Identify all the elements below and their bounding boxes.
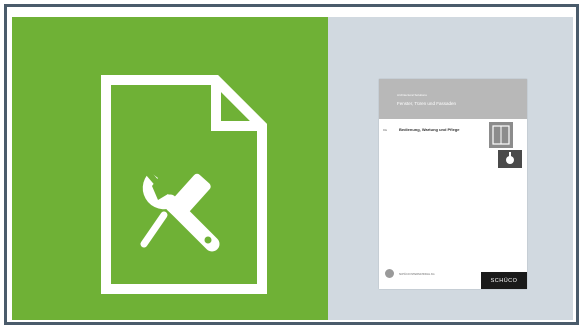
hand-touch-thumbnail-icon <box>498 150 522 168</box>
catalog-cover[interactable]: Architectural Solutions Fenster, Türen u… <box>379 79 527 289</box>
content-area: Architectural Solutions Fenster, Türen u… <box>7 7 576 322</box>
cover-subtitle: Bedienung, Wartung und Pflege <box>399 127 460 132</box>
cover-brand-line: Architectural Solutions <box>397 93 427 97</box>
screen-frame: Architectural Solutions Fenster, Türen u… <box>4 4 579 325</box>
maintenance-tile[interactable] <box>12 17 328 320</box>
cover-subtitle-row: DE Bedienung, Wartung und Pflege <box>383 127 475 135</box>
cover-title: Fenster, Türen und Fassaden <box>397 101 456 106</box>
cover-footer-text: SCHÜCO INTERNATIONAL KG <box>399 273 435 276</box>
cover-language-code: DE <box>383 128 388 132</box>
seal-icon <box>385 269 394 278</box>
brand-logo: SCHÜCO <box>481 272 527 289</box>
window-thumbnail-icon <box>489 122 513 148</box>
document-with-wrench-and-screwdriver-icon <box>101 75 267 294</box>
cover-footer: SCHÜCO INTERNATIONAL KG SCHÜCO <box>379 267 527 289</box>
cover-header: Architectural Solutions Fenster, Türen u… <box>379 79 527 119</box>
